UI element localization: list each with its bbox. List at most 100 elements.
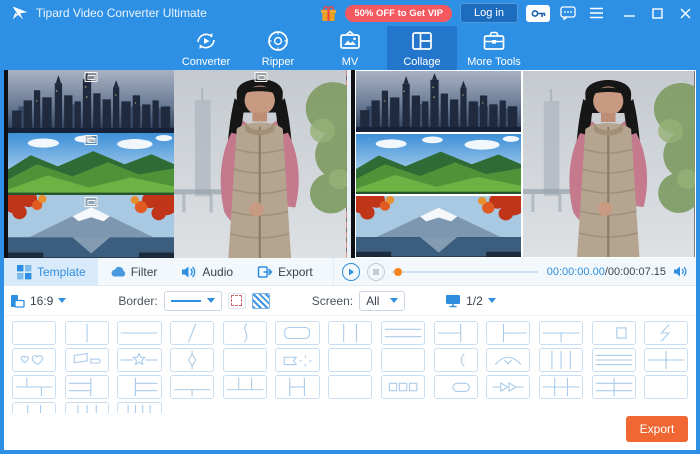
register-key-button[interactable] bbox=[526, 4, 550, 22]
template-grid bbox=[4, 316, 696, 413]
slider-thumb[interactable] bbox=[393, 267, 402, 276]
template-thumb-cols-3[interactable] bbox=[12, 402, 57, 413]
nav-tab-label: Ripper bbox=[261, 56, 295, 68]
nav-tab-mv[interactable]: MV bbox=[315, 26, 385, 70]
vip-offer-badge[interactable]: 50% OFF to Get VIP bbox=[345, 4, 453, 22]
control-row: Template Filter Audio Export 00:00:00.00/00… bbox=[4, 257, 696, 286]
aspect-ratio-dropdown[interactable]: 16:9 bbox=[10, 293, 67, 308]
export-zone: Export bbox=[4, 413, 696, 448]
video-cell-city[interactable] bbox=[8, 70, 175, 133]
template-thumb-grid-2x3w[interactable] bbox=[591, 375, 636, 399]
nav-tab-more-tools[interactable]: More Tools bbox=[459, 26, 529, 70]
template-thumb-grid-3x2[interactable] bbox=[538, 375, 584, 399]
template-thumb-cols-4[interactable] bbox=[538, 348, 584, 372]
cell-source-badge[interactable] bbox=[84, 72, 98, 82]
tab-filter[interactable]: Filter bbox=[98, 258, 170, 286]
tab-label: Audio bbox=[202, 264, 234, 279]
border-style-dropdown[interactable] bbox=[163, 290, 222, 311]
border-toggle-button[interactable] bbox=[227, 292, 246, 309]
video-cell-woman[interactable] bbox=[174, 70, 347, 258]
template-row bbox=[12, 348, 690, 372]
template-thumb-hearts[interactable] bbox=[12, 348, 57, 372]
minimize-button[interactable] bbox=[622, 6, 636, 20]
cell-source-badge[interactable] bbox=[84, 197, 98, 208]
maximize-button[interactable] bbox=[650, 6, 664, 20]
login-button[interactable]: Log in bbox=[460, 3, 518, 23]
audio-icon bbox=[182, 266, 196, 277]
template-thumb-play-arrows[interactable] bbox=[486, 375, 531, 399]
template-thumb-rows-4[interactable] bbox=[591, 348, 636, 372]
template-thumb-diamond-line[interactable] bbox=[170, 348, 215, 372]
play-button[interactable] bbox=[341, 262, 360, 281]
template-thumb-grid-offset[interactable] bbox=[12, 375, 57, 399]
collage-edit-canvas[interactable] bbox=[4, 70, 347, 258]
volume-icon[interactable] bbox=[673, 265, 688, 278]
template-thumb-bottom-split-low[interactable] bbox=[170, 375, 215, 399]
template-thumb-right-rows[interactable] bbox=[486, 321, 531, 345]
template-thumb-single[interactable] bbox=[12, 321, 57, 345]
stop-button[interactable] bbox=[366, 262, 385, 281]
chevron-down-icon bbox=[487, 298, 496, 303]
chevron-down-icon bbox=[206, 298, 215, 303]
progress-slider[interactable] bbox=[391, 267, 538, 277]
template-thumb-rows-3[interactable] bbox=[380, 321, 425, 345]
minimize-icon bbox=[623, 14, 635, 17]
cell-source-badge[interactable] bbox=[254, 72, 268, 82]
aspect-ratio-value: 16:9 bbox=[30, 293, 54, 308]
template-thumb-h-split[interactable] bbox=[275, 375, 320, 399]
page-selector[interactable]: 1/2 bbox=[445, 294, 496, 308]
template-thumb-col-rows-right[interactable] bbox=[117, 375, 162, 399]
video-cell-autumn[interactable] bbox=[8, 195, 175, 258]
template-thumb-capsules[interactable] bbox=[433, 375, 478, 399]
screen-dropdown[interactable]: All bbox=[359, 290, 406, 311]
nav-tab-converter[interactable]: Converter bbox=[171, 26, 241, 70]
template-thumb-circle-square[interactable] bbox=[591, 321, 636, 345]
cell-source-badge[interactable] bbox=[84, 134, 98, 145]
template-thumb-bottom-col[interactable] bbox=[538, 321, 584, 345]
border-color-button[interactable] bbox=[251, 292, 270, 309]
template-thumb-blob-paren[interactable] bbox=[433, 348, 478, 372]
template-thumb-diagonal[interactable] bbox=[170, 321, 215, 345]
template-thumb-lightning[interactable] bbox=[644, 321, 689, 345]
template-thumb-split-v[interactable] bbox=[64, 321, 109, 345]
template-thumb-flags[interactable] bbox=[64, 348, 109, 372]
template-thumb-split-h[interactable] bbox=[117, 321, 162, 345]
tab-template[interactable]: Template bbox=[4, 257, 98, 286]
tab-export[interactable]: Export bbox=[245, 258, 325, 286]
preview-area bbox=[4, 70, 696, 258]
template-thumb-heart-arc[interactable] bbox=[486, 348, 531, 372]
template-thumb-clover[interactable] bbox=[380, 348, 425, 372]
page-value: 1/2 bbox=[466, 293, 483, 308]
tab-audio[interactable]: Audio bbox=[169, 258, 245, 286]
video-cell-mountain[interactable] bbox=[8, 132, 175, 196]
template-thumb-rings-2[interactable] bbox=[328, 348, 373, 372]
dashed-square-icon bbox=[231, 295, 243, 306]
feedback-button[interactable] bbox=[558, 5, 578, 22]
nav-tab-ripper[interactable]: Ripper bbox=[243, 26, 313, 70]
template-thumb-rows-left-col[interactable] bbox=[64, 375, 109, 399]
playback-controls: 00:00:00.00/00:00:07.15 bbox=[334, 262, 696, 281]
template-thumb-curve[interactable] bbox=[222, 321, 267, 345]
close-button[interactable] bbox=[678, 6, 692, 20]
collage-preview-player[interactable] bbox=[351, 70, 696, 258]
template-thumb-flag-gear[interactable] bbox=[275, 348, 320, 372]
template-thumb-dots[interactable] bbox=[644, 375, 689, 399]
template-thumb-circles-2[interactable] bbox=[222, 348, 267, 372]
nav-tab-label: More Tools bbox=[467, 56, 521, 68]
template-thumb-circles-3[interactable] bbox=[328, 375, 373, 399]
export-button[interactable]: Export bbox=[626, 416, 688, 442]
template-thumb-cols-4[interactable] bbox=[64, 402, 109, 413]
template-thumb-star-line[interactable] bbox=[117, 348, 162, 372]
menu-button[interactable] bbox=[586, 5, 606, 22]
template-thumb-left-rows[interactable] bbox=[433, 321, 478, 345]
template-thumb-squares-3[interactable] bbox=[380, 375, 425, 399]
template-thumb-rounded-inset[interactable] bbox=[275, 321, 320, 345]
template-thumb-cols-3[interactable] bbox=[328, 321, 373, 345]
chat-icon bbox=[560, 6, 576, 20]
nav-tab-collage[interactable]: Collage bbox=[387, 26, 457, 70]
app-title: Tipard Video Converter Ultimate bbox=[36, 6, 207, 20]
template-thumb-cross-2x2[interactable] bbox=[644, 348, 689, 372]
gift-icon[interactable] bbox=[320, 5, 337, 22]
template-thumb-top-cols-3[interactable] bbox=[222, 375, 267, 399]
template-thumb-cols-5[interactable] bbox=[117, 402, 162, 413]
